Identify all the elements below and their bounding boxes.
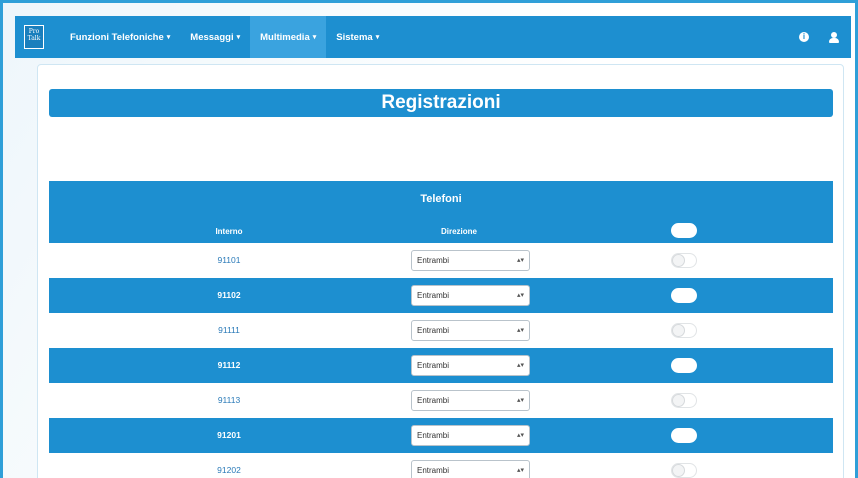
app-logo[interactable]: Pro Talk	[24, 25, 44, 49]
direction-select[interactable]: Entrambi ▴▾	[411, 250, 530, 271]
nav-multimedia[interactable]: Multimedia ▾	[250, 16, 327, 58]
table-row: 91101 Entrambi ▴▾	[49, 243, 833, 278]
user-icon[interactable]	[829, 31, 839, 43]
extension-link[interactable]: 91111	[149, 313, 309, 348]
table-caption: Telefoni	[420, 193, 462, 205]
info-icon[interactable]: i	[799, 32, 809, 42]
record-toggle[interactable]	[671, 393, 697, 408]
select-arrows-icon: ▴▾	[516, 432, 524, 439]
page-title: Registrazioni	[49, 89, 833, 117]
nav-label: Multimedia	[260, 31, 310, 43]
direction-select[interactable]: Entrambi ▴▾	[411, 320, 530, 341]
select-arrows-icon: ▴▾	[516, 362, 524, 369]
nav-right-group: i	[799, 31, 839, 43]
direction-select[interactable]: Entrambi ▴▾	[411, 355, 530, 376]
select-arrows-icon: ▴▾	[516, 327, 524, 334]
extension-link[interactable]: 91101	[149, 243, 309, 278]
direction-select[interactable]: Entrambi ▴▾	[411, 425, 530, 446]
extension-link[interactable]: 91202	[149, 453, 309, 478]
table-row: 91202 Entrambi ▴▾	[49, 453, 833, 478]
record-toggle[interactable]	[671, 323, 697, 338]
extension-link[interactable]: 91102	[149, 278, 309, 313]
direction-select[interactable]: Entrambi ▴▾	[411, 285, 530, 306]
nav-label: Messaggi	[190, 31, 234, 43]
caret-down-icon: ▾	[236, 34, 241, 41]
toggle-all-switch[interactable]	[671, 223, 697, 238]
select-arrows-icon: ▴▾	[516, 397, 524, 404]
table-row: 91111 Entrambi ▴▾	[49, 313, 833, 348]
table-row: 91113 Entrambi ▴▾	[49, 383, 833, 418]
header-interno: Interno	[215, 227, 243, 236]
record-toggle[interactable]	[671, 253, 697, 268]
main-panel: Registrazioni Telefoni Interno Direzione…	[37, 64, 844, 478]
select-arrows-icon: ▴▾	[516, 467, 524, 474]
select-arrows-icon: ▴▾	[516, 292, 524, 299]
record-toggle[interactable]	[671, 428, 697, 443]
app-frame: Pro Talk Funzioni Telefoniche ▾ Messaggi…	[0, 0, 858, 478]
nav-funzioni-telefoniche[interactable]: Funzioni Telefoniche ▾	[60, 16, 180, 58]
nav-label: Funzioni Telefoniche	[70, 31, 164, 43]
extension-link[interactable]: 91112	[149, 348, 309, 383]
select-arrows-icon: ▴▾	[516, 257, 524, 264]
record-toggle[interactable]	[671, 463, 697, 478]
record-toggle[interactable]	[671, 288, 697, 303]
nav-sistema[interactable]: Sistema ▾	[326, 16, 389, 58]
extension-link[interactable]: 91113	[149, 383, 309, 418]
table-header: Telefoni Interno Direzione	[49, 181, 833, 243]
phones-table: Telefoni Interno Direzione 91101 Entramb…	[49, 181, 833, 478]
table-row: 91102 Entrambi ▴▾	[49, 278, 833, 313]
record-toggle[interactable]	[671, 358, 697, 373]
header-direzione: Direzione	[440, 227, 477, 236]
caret-down-icon: ▾	[375, 34, 380, 41]
nav-label: Sistema	[336, 31, 373, 43]
extension-link[interactable]: 91201	[149, 418, 309, 453]
caret-down-icon: ▾	[166, 34, 171, 41]
table-row: 91112 Entrambi ▴▾	[49, 348, 833, 383]
direction-select[interactable]: Entrambi ▴▾	[411, 460, 530, 478]
caret-down-icon: ▾	[312, 34, 317, 41]
direction-select[interactable]: Entrambi ▴▾	[411, 390, 530, 411]
top-navbar: Pro Talk Funzioni Telefoniche ▾ Messaggi…	[15, 16, 851, 58]
nav-messaggi[interactable]: Messaggi ▾	[180, 16, 250, 58]
table-row: 91201 Entrambi ▴▾	[49, 418, 833, 453]
